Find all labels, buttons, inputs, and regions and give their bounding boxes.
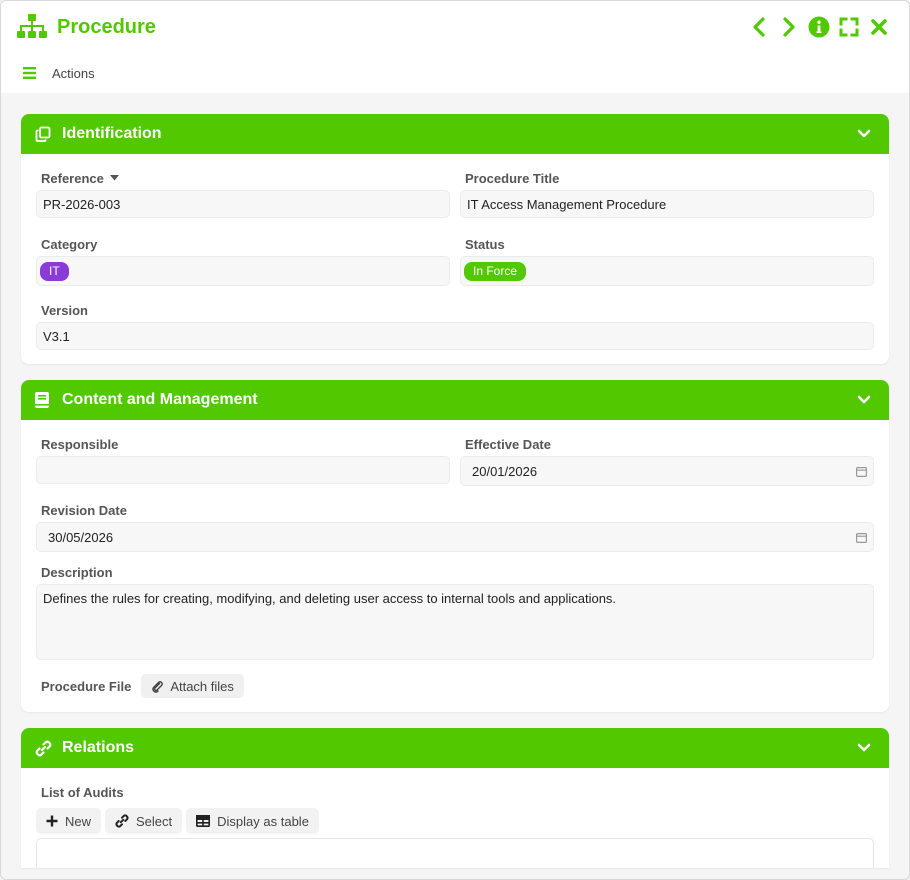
status-input[interactable]: In Force [460,256,874,286]
new-button[interactable]: New [36,808,102,834]
previous-chevron-icon[interactable] [747,15,771,39]
procedure-window: Procedure Actions Identification Referen… [0,0,910,880]
procedure-title-label: Procedure Title [465,170,560,186]
identification-section: Identification Reference PR-2026-003 Pro… [21,114,889,364]
responsible-label: Responsible [41,436,119,452]
identification-title: Identification [62,125,162,142]
caret-down-icon[interactable] [109,175,119,181]
new-label: New [65,813,92,829]
status-label: Status [465,236,505,252]
category-label: Category [41,236,98,252]
effective-date-input[interactable]: 20/01/2026 [460,456,874,486]
expand-icon[interactable] [837,15,861,39]
title-bar: Procedure [1,1,909,53]
category-input[interactable]: IT [36,256,450,286]
chevron-down-icon[interactable] [857,129,871,139]
next-chevron-icon[interactable] [777,15,801,39]
audits-table [36,838,874,868]
status-badge: In Force [464,261,527,281]
description-input[interactable]: Defines the rules for creating, modifyin… [36,584,874,660]
attach-files-button[interactable]: Attach files [141,674,244,698]
chevron-down-icon[interactable] [857,395,871,405]
revision-date-input[interactable]: 30/05/2026 [36,522,874,552]
identification-header[interactable]: Identification [21,114,889,154]
paperclip-icon [152,680,164,693]
procedure-title-field: Procedure Title IT Access Management Pro… [460,168,874,218]
actions-bar[interactable]: Actions [1,53,909,93]
effective-date-label: Effective Date [465,436,551,452]
procedure-file-row: Procedure File Attach files [36,674,874,698]
display-as-table-button[interactable]: Display as table [186,808,319,834]
info-icon[interactable] [807,15,831,39]
version-label: Version [41,302,88,318]
display-as-table-label: Display as table [217,813,309,829]
copy-icon [35,125,53,143]
description-label: Description [41,564,113,580]
window-title: Procedure [57,15,156,38]
close-icon[interactable] [867,15,891,39]
reference-label: Reference [41,170,104,186]
reference-field: Reference PR-2026-003 [36,168,450,218]
procedure-title-input[interactable]: IT Access Management Procedure [460,190,874,218]
form-content: Identification Reference PR-2026-003 Pro… [1,93,909,879]
relations-header[interactable]: Relations [21,728,889,768]
menu-icon [23,67,36,79]
book-icon [35,391,53,409]
effective-date-value: 20/01/2026 [472,463,538,479]
chevron-down-icon[interactable] [857,743,871,753]
calendar-icon[interactable] [856,532,867,543]
category-field: Category IT [36,234,450,286]
revision-date-field: Revision Date 30/05/2026 [36,500,874,552]
content-management-section: Content and Management Responsible Effec… [21,380,889,712]
effective-date-field: Effective Date 20/01/2026 [460,434,874,486]
version-input[interactable]: V3.1 [36,322,874,350]
table-icon [196,815,211,827]
status-field: Status In Force [460,234,874,286]
actions-label[interactable]: Actions [52,66,95,81]
audits-toolbar: New Select Display as table [36,808,874,834]
list-of-audits-label: List of Audits [41,784,124,800]
revision-date-label: Revision Date [41,502,127,518]
description-field: Description Defines the rules for creati… [36,562,874,660]
content-management-title: Content and Management [62,391,258,408]
category-badge: IT [40,261,69,281]
sitemap-icon [17,14,47,38]
plus-icon [46,815,58,827]
attach-files-label: Attach files [170,678,234,694]
relations-body: List of Audits New Select Display as tab… [21,768,889,868]
relations-section: Relations List of Audits New Select Disp… [21,728,889,868]
content-management-header[interactable]: Content and Management [21,380,889,420]
version-field: Version V3.1 [36,300,874,350]
select-label: Select [136,813,173,829]
responsible-field: Responsible [36,434,450,486]
responsible-input[interactable] [36,456,450,484]
calendar-icon[interactable] [856,466,867,477]
revision-date-value: 30/05/2026 [48,529,114,545]
link-icon [35,739,53,757]
procedure-file-label: Procedure File [41,678,132,694]
title-actions [747,15,909,39]
relations-title: Relations [62,739,135,756]
select-button[interactable]: Select [105,808,183,834]
content-management-body: Responsible Effective Date 20/01/2026 Re… [21,420,889,712]
reference-input[interactable]: PR-2026-003 [36,190,450,218]
identification-body: Reference PR-2026-003 Procedure Title IT… [21,154,889,364]
link-icon [115,814,129,828]
